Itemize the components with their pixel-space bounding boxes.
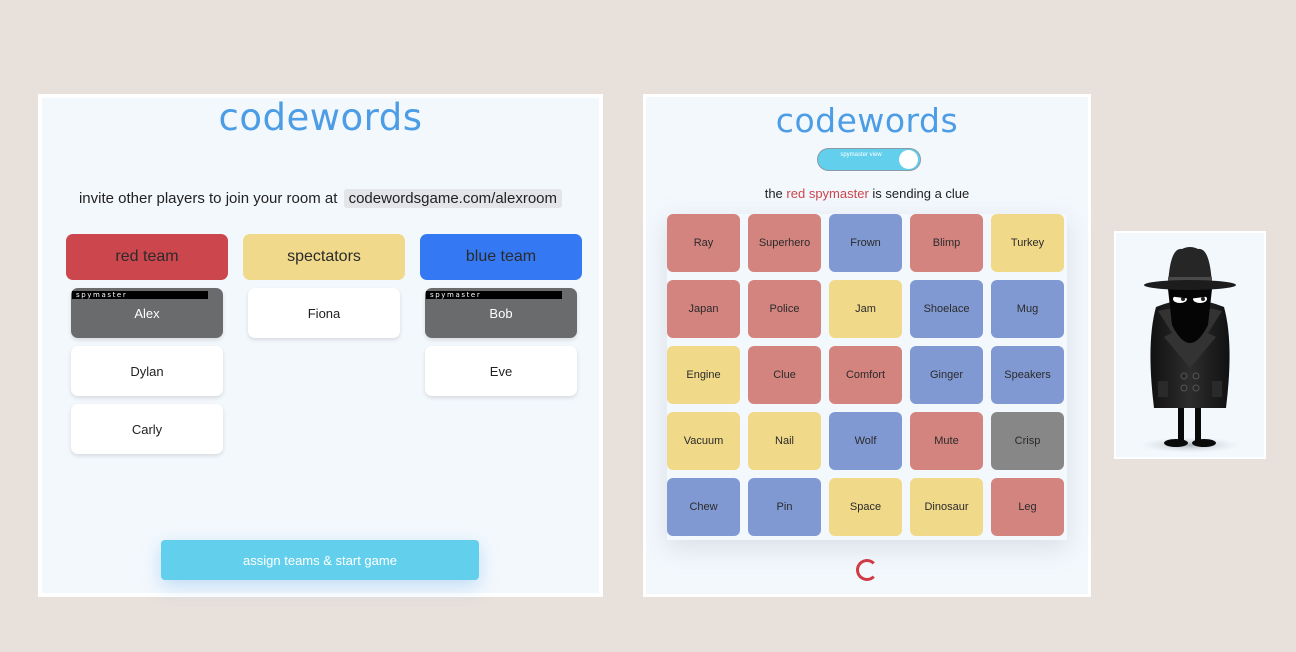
word-card-blue[interactable]: Pin: [748, 478, 821, 536]
card-word: Clue: [773, 369, 796, 381]
player-name: Carly: [131, 421, 163, 437]
card-word: Shoelace: [923, 303, 970, 315]
card-word: Nail: [775, 435, 794, 447]
card-word: Blimp: [932, 237, 961, 249]
turn-status: the red spymaster is sending a clue: [646, 186, 1088, 201]
word-card-red[interactable]: Police: [748, 280, 821, 338]
card-word: Leg: [1018, 501, 1037, 513]
loading-spinner-icon: [856, 559, 878, 581]
word-card-neutral[interactable]: Jam: [829, 280, 902, 338]
spy-illustration-icon: [1138, 247, 1242, 453]
word-card-blue[interactable]: Wolf: [829, 412, 902, 470]
card-word: Ginger: [929, 369, 964, 381]
start-game-button[interactable]: assign teams & start game: [161, 540, 479, 580]
player-card[interactable]: Carly: [71, 404, 223, 454]
blue-team-header[interactable]: blue team: [420, 234, 582, 280]
card-word: Superhero: [758, 237, 811, 249]
card-word: Jam: [855, 303, 876, 315]
card-word: Chew: [689, 501, 718, 513]
word-card-blue[interactable]: Frown: [829, 214, 902, 272]
spectators-header[interactable]: spectators: [243, 234, 405, 280]
player-card-red-spymaster[interactable]: spymaster Alex: [71, 288, 223, 338]
word-card-blue[interactable]: Mug: [991, 280, 1064, 338]
word-card-blue[interactable]: Chew: [667, 478, 740, 536]
logo: codewords: [218, 96, 423, 139]
card-word: Space: [849, 501, 882, 513]
word-card-blue[interactable]: Ginger: [910, 346, 983, 404]
room-url[interactable]: codewordsgame.com/alexroom: [343, 189, 563, 208]
lobby-panel: codewords invite other players to join y…: [38, 94, 603, 597]
word-card-red[interactable]: Clue: [748, 346, 821, 404]
player-name: Fiona: [307, 305, 341, 321]
word-card-neutral[interactable]: Turkey: [991, 214, 1064, 272]
toggle-knob[interactable]: [899, 150, 918, 169]
card-word: Dinosaur: [924, 501, 969, 513]
player-card[interactable]: Dylan: [71, 346, 223, 396]
word-card-neutral[interactable]: Engine: [667, 346, 740, 404]
card-word: Crisp: [1014, 435, 1041, 447]
spymaster-tag: spymaster: [426, 291, 562, 299]
player-card-blue-spymaster[interactable]: spymaster Bob: [425, 288, 577, 338]
word-card-red[interactable]: Ray: [667, 214, 740, 272]
player-card[interactable]: Eve: [425, 346, 577, 396]
red-team-header[interactable]: red team: [66, 234, 228, 280]
word-card-neutral[interactable]: Space: [829, 478, 902, 536]
spy-image-panel: [1114, 231, 1266, 459]
word-card-red[interactable]: Superhero: [748, 214, 821, 272]
status-suffix: is sending a clue: [872, 186, 970, 201]
card-word: Mute: [934, 435, 959, 447]
player-name: Eve: [489, 363, 513, 379]
card-word: Vacuum: [683, 435, 724, 447]
card-word: Police: [769, 303, 800, 315]
card-word: Comfort: [845, 369, 886, 381]
word-card-assassin[interactable]: Crisp: [991, 412, 1064, 470]
card-word: Wolf: [854, 435, 877, 447]
invite-message: invite other players to join your room a…: [42, 189, 599, 208]
card-word: Speakers: [1004, 369, 1051, 381]
game-board-panel: codewords spymaster view the red spymast…: [643, 94, 1091, 597]
word-card-red[interactable]: Japan: [667, 280, 740, 338]
word-card-neutral[interactable]: Nail: [748, 412, 821, 470]
toggle-label: spymaster view: [840, 152, 882, 158]
player-name: Bob: [489, 305, 513, 321]
status-team: red spymaster: [786, 186, 869, 201]
card-word: Pin: [776, 501, 793, 513]
card-word: Frown: [850, 237, 881, 249]
word-card-red[interactable]: Mute: [910, 412, 983, 470]
card-word: Engine: [686, 369, 721, 381]
card-word: Mug: [1016, 303, 1039, 315]
card-word: Turkey: [1010, 237, 1045, 249]
player-name: Alex: [134, 305, 160, 321]
word-card-blue[interactable]: Speakers: [991, 346, 1064, 404]
word-card-neutral[interactable]: Dinosaur: [910, 478, 983, 536]
card-word: Japan: [688, 303, 719, 315]
spymaster-tag: spymaster: [72, 291, 208, 299]
spymaster-view-toggle[interactable]: spymaster view: [817, 148, 921, 171]
card-word: Ray: [693, 237, 714, 249]
status-prefix: the: [764, 186, 783, 201]
player-name: Dylan: [130, 363, 164, 379]
word-card-red[interactable]: Leg: [991, 478, 1064, 536]
word-card-blue[interactable]: Shoelace: [910, 280, 983, 338]
word-card-red[interactable]: Comfort: [829, 346, 902, 404]
logo: codewords: [775, 101, 959, 140]
player-card[interactable]: Fiona: [248, 288, 400, 338]
word-card-red[interactable]: Blimp: [910, 214, 983, 272]
word-card-neutral[interactable]: Vacuum: [667, 412, 740, 470]
invite-text: invite other players to join your room a…: [78, 190, 338, 207]
word-card-grid: Ray Superhero Frown Blimp Turkey Japan Police J…: [667, 214, 1067, 540]
